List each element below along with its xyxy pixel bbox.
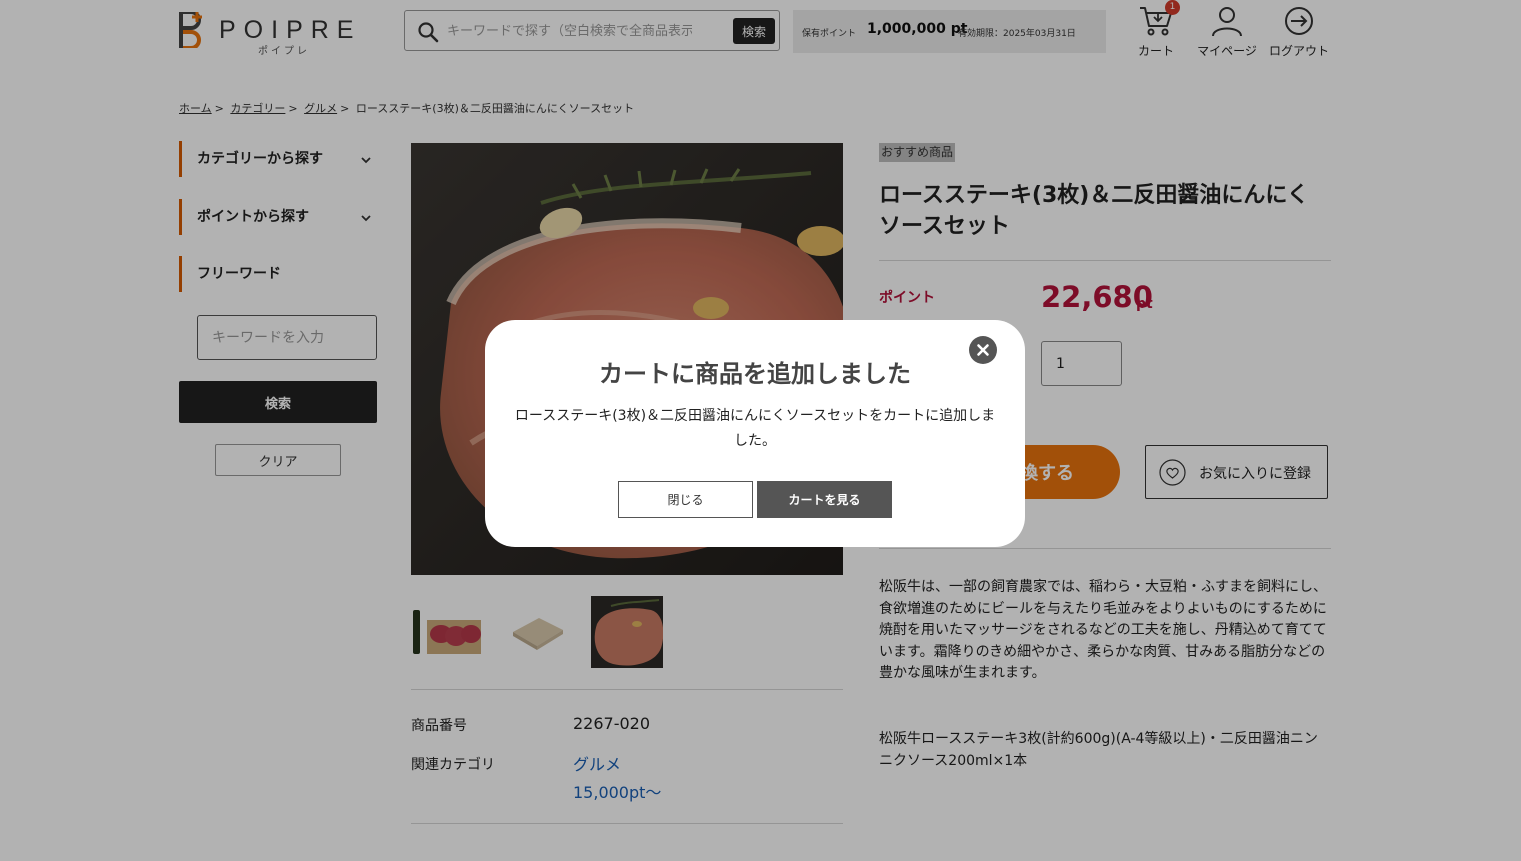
modal-close-button[interactable]: 閉じる: [618, 481, 753, 518]
view-cart-button[interactable]: カートを見る: [757, 481, 892, 518]
cart-added-modal: カートに商品を追加しました ロースステーキ(3枚)＆二反田醤油にんにくソースセッ…: [485, 320, 1025, 547]
page: POIPRE ポイプレ 検索 保有ポイント 1,000,000 pt 有効期限：…: [0, 0, 1521, 861]
modal-title: カートに商品を追加しました: [599, 360, 911, 388]
modal-message: ロースステーキ(3枚)＆二反田醤油にんにくソースセットをカートに追加しました。: [514, 408, 996, 449]
